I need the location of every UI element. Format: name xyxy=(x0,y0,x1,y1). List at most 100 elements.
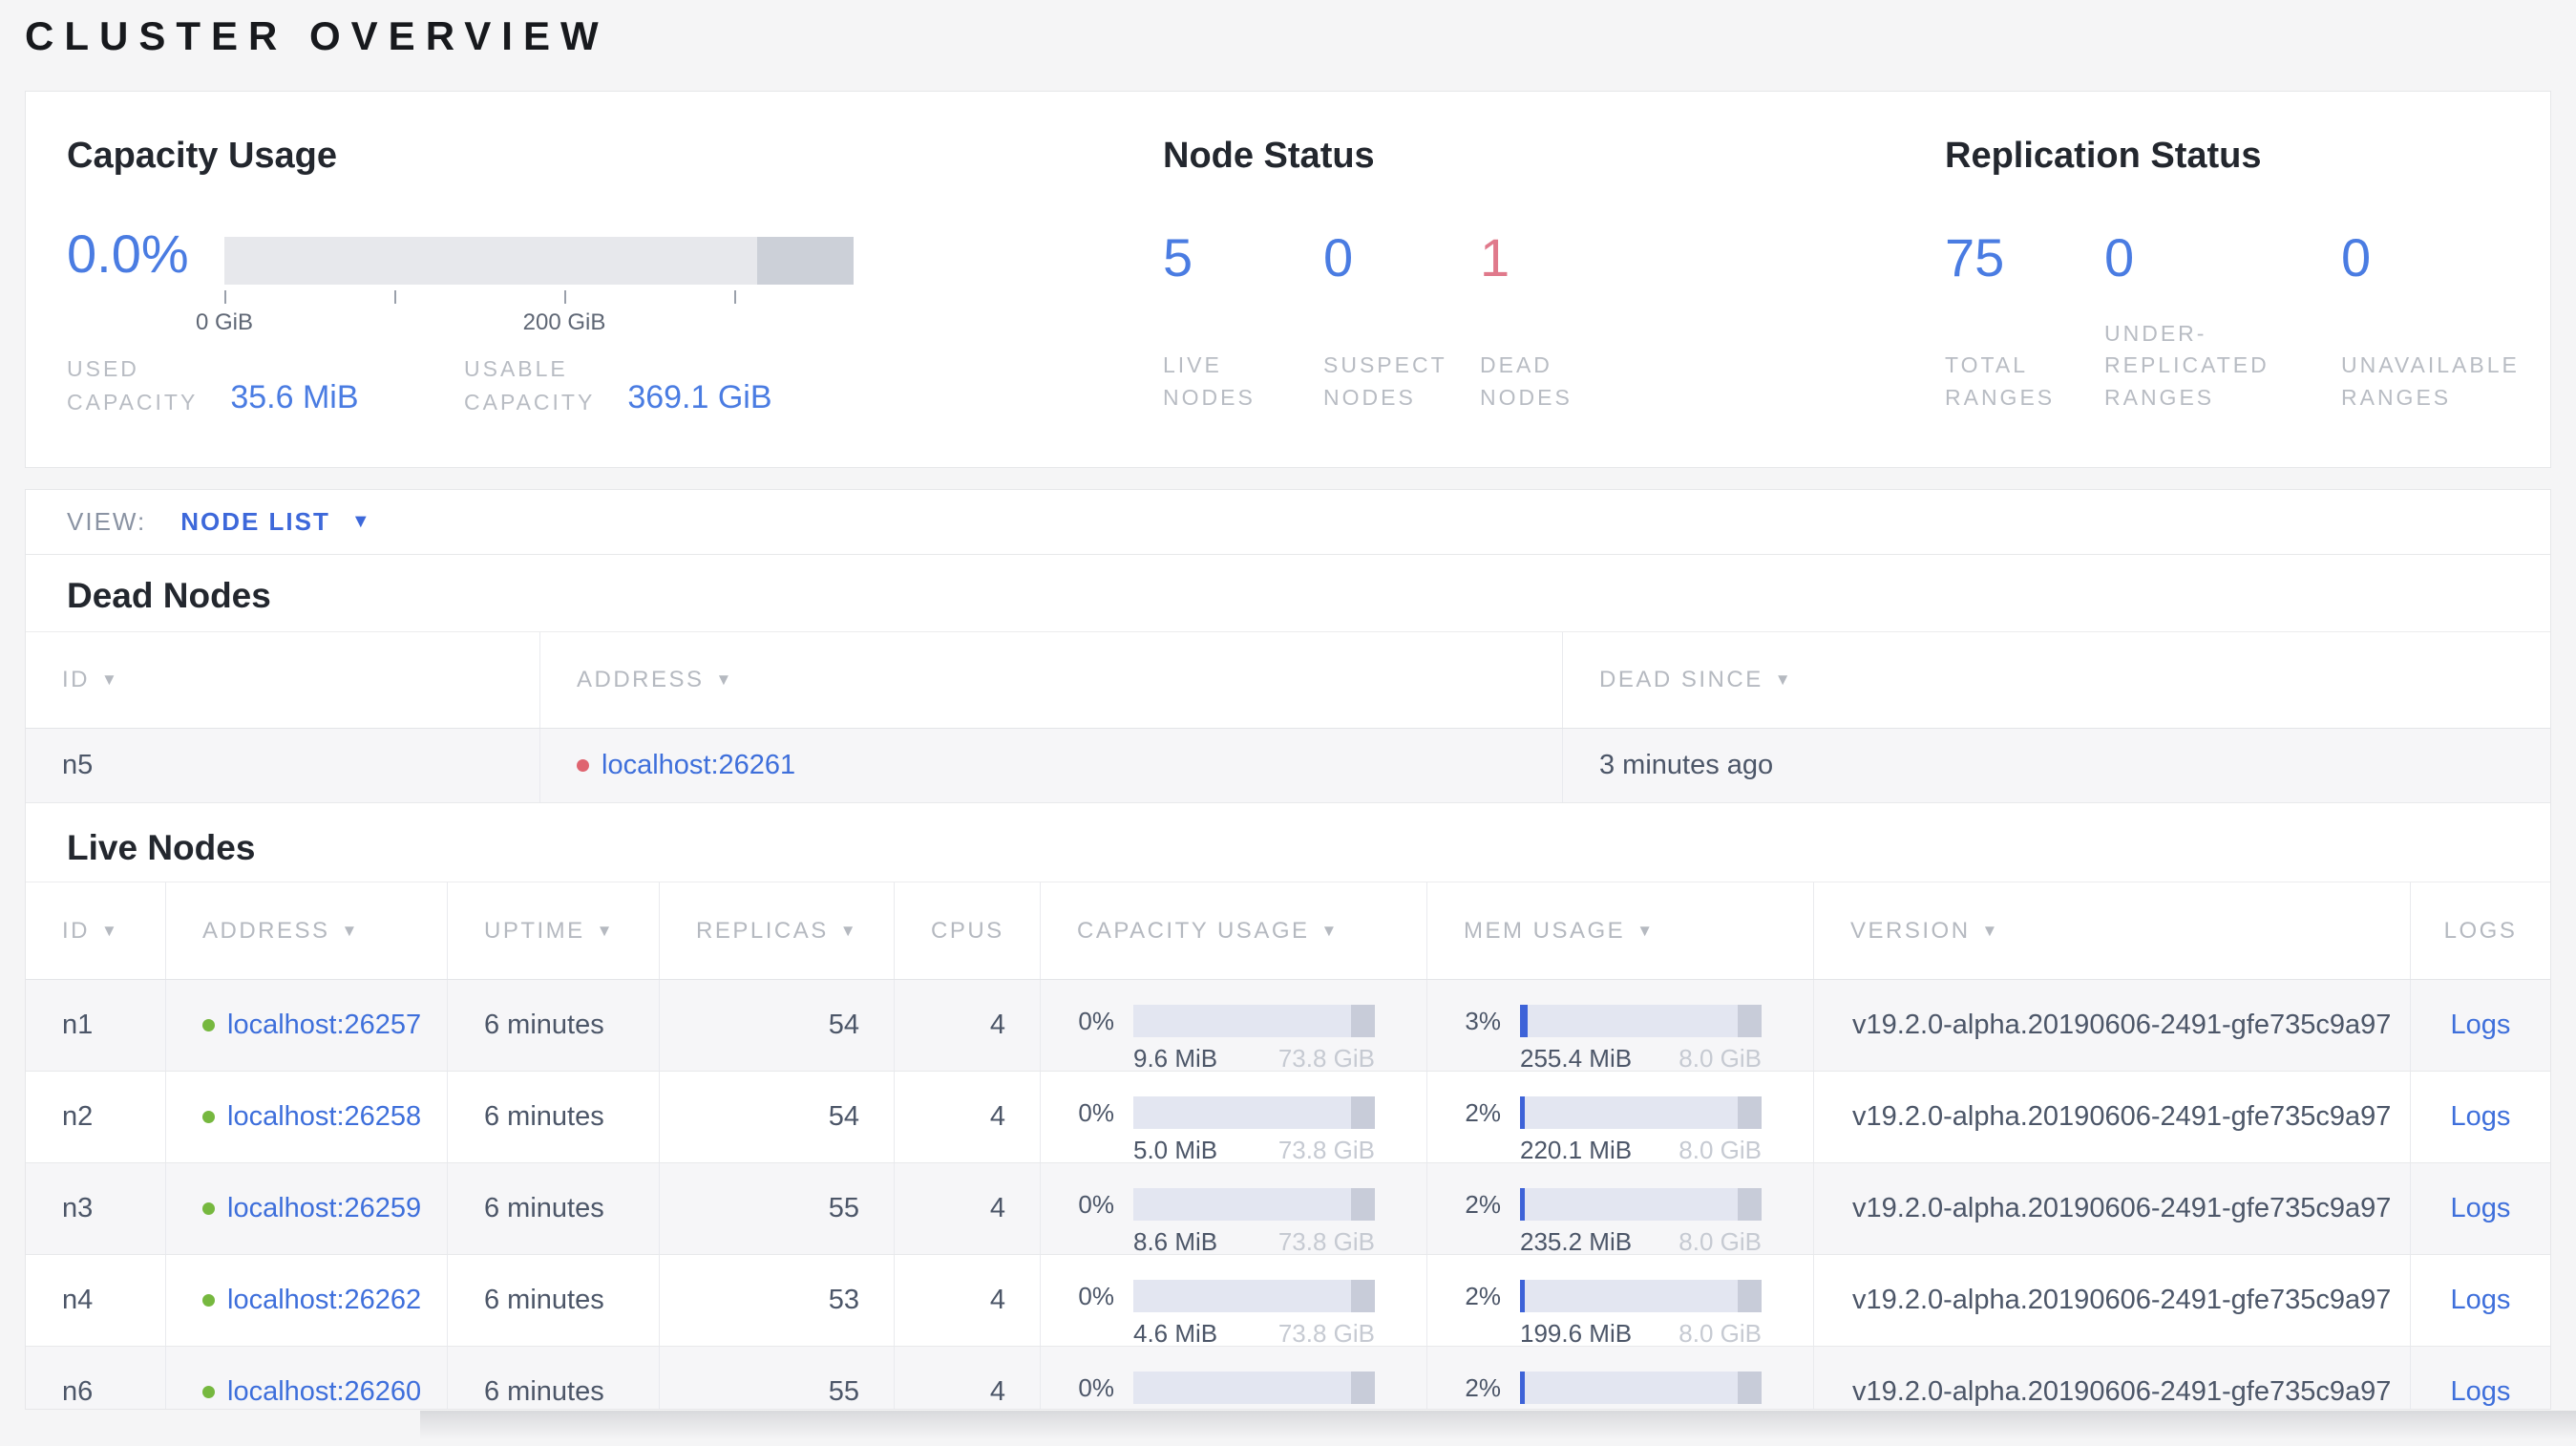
dead-nodes-stat: 1 DEAD NODES xyxy=(1480,231,1573,414)
capacity-usage-percent: 0.0% xyxy=(67,223,189,284)
live-node-logs-cell: Logs xyxy=(2410,1255,2550,1346)
capacity-total-value: 73.8 GiB xyxy=(1277,1319,1375,1346)
live-node-row: n4 localhost:26262 6 minutes 53 4 0% 4.6… xyxy=(26,1255,2550,1347)
view-dropdown[interactable]: NODE LIST ▼ xyxy=(180,507,370,537)
col-label: CPUS xyxy=(931,917,1004,944)
capacity-usage-bar xyxy=(1133,1372,1375,1404)
live-col-header-version[interactable]: VERSION ▼ xyxy=(1813,882,2410,979)
live-node-address-link[interactable]: localhost:26260 xyxy=(227,1376,421,1408)
live-col-header-address[interactable]: ADDRESS ▼ xyxy=(165,882,447,979)
live-node-row: n6 localhost:26260 6 minutes 55 4 0% 7.8… xyxy=(26,1347,2550,1409)
live-node-cpus: 4 xyxy=(894,1347,1040,1409)
live-node-address-cell: localhost:26260 xyxy=(165,1347,447,1409)
logs-link[interactable]: Logs xyxy=(2451,1010,2511,1041)
capacity-usage-percent: 0% xyxy=(1078,1281,1114,1310)
live-node-cpus: 4 xyxy=(894,1163,1040,1254)
sort-caret-icon: ▼ xyxy=(1774,670,1794,689)
capacity-bar-reserved xyxy=(1350,1188,1375,1221)
sort-caret-icon: ▼ xyxy=(715,670,734,689)
replication-status-section: Replication Status 75 TOTAL RANGES 0 UND… xyxy=(1945,136,2537,410)
live-col-header-cpus[interactable]: CPUS xyxy=(894,882,1040,979)
mem-usage-bar xyxy=(1520,1280,1762,1312)
mem-usage-bar xyxy=(1520,1096,1762,1129)
col-label: ADDRESS xyxy=(577,667,705,692)
col-label: DEAD SINCE xyxy=(1599,667,1763,692)
live-node-cpus: 4 xyxy=(894,1255,1040,1346)
col-label: LOGS xyxy=(2443,917,2518,944)
live-col-header-mem-usage[interactable]: MEM USAGE ▼ xyxy=(1426,882,1813,979)
mem-total-value: 8.0 GiB xyxy=(1679,1136,1762,1162)
logs-link[interactable]: Logs xyxy=(2451,1376,2511,1408)
live-nodes-rows: n1 localhost:26257 6 minutes 54 4 0% 9.6… xyxy=(26,980,2550,1409)
sort-caret-icon: ▼ xyxy=(839,921,859,940)
total-ranges-label: TOTAL RANGES xyxy=(1945,352,2056,410)
sort-caret-icon: ▼ xyxy=(1320,921,1340,940)
dead-nodes-table-header: ID ▼ ADDRESS ▼ DEAD SINCE ▼ xyxy=(26,631,2550,729)
suspect-nodes-label: SUSPECT NODES xyxy=(1323,352,1447,410)
live-nodes-label: LIVE NODES xyxy=(1163,352,1256,410)
dead-col-header-address[interactable]: ADDRESS ▼ xyxy=(539,632,1562,728)
usable-capacity-label: USABLE CAPACITY xyxy=(464,356,596,415)
capacity-usage-bar xyxy=(1133,1005,1375,1037)
capacity-usage-section: Capacity Usage 0.0% 0 GiB 200 GiB USED C… xyxy=(67,136,1117,415)
capacity-bar-reserved xyxy=(1350,1372,1375,1404)
mem-bar-reserved xyxy=(1737,1096,1762,1129)
col-label: ID xyxy=(62,917,90,944)
mem-bar-fill xyxy=(1520,1280,1526,1312)
mem-usage-percent: 3% xyxy=(1465,1006,1501,1035)
live-node-mem-usage-cell: 2% 199.6 MiB 8.0 GiB xyxy=(1426,1255,1813,1346)
live-node-capacity-usage-cell: 0% 7.8 MiB 73.8 GiB xyxy=(1040,1347,1426,1409)
capacity-used-value: 5.0 MiB xyxy=(1133,1136,1218,1162)
capacity-used-value: 4.6 MiB xyxy=(1133,1319,1218,1346)
dead-node-dead-since: 3 minutes ago xyxy=(1562,729,2550,802)
logs-link[interactable]: Logs xyxy=(2451,1193,2511,1224)
node-status-heading: Node Status xyxy=(1163,136,1375,176)
dead-node-row: n5 localhost:26261 3 minutes ago xyxy=(26,729,2550,803)
live-node-id: n3 xyxy=(62,1193,94,1223)
total-ranges-stat: 75 TOTAL RANGES xyxy=(1945,231,2104,414)
sort-caret-icon: ▼ xyxy=(1636,921,1656,940)
axis-label-200: 200 GiB xyxy=(522,309,606,335)
col-label: UPTIME xyxy=(484,917,585,944)
live-node-address-link[interactable]: localhost:26257 xyxy=(227,1010,421,1041)
usable-capacity-value: 369.1 GiB xyxy=(627,379,772,415)
mem-used-value: 199.6 MiB xyxy=(1520,1319,1633,1346)
live-col-header-replicas[interactable]: REPLICAS ▼ xyxy=(659,882,894,979)
capacity-usage-percent: 0% xyxy=(1078,1372,1114,1402)
col-label: ID xyxy=(62,667,90,692)
capacity-bar-reserved xyxy=(1350,1005,1375,1037)
live-col-header-capacity-usage[interactable]: CAPACITY USAGE ▼ xyxy=(1040,882,1426,979)
live-node-capacity-usage-cell: 0% 8.6 MiB 73.8 GiB xyxy=(1040,1163,1426,1254)
dead-node-address-link[interactable]: localhost:26261 xyxy=(602,750,795,781)
mem-bar-fill xyxy=(1520,1005,1528,1037)
live-node-logs-cell: Logs xyxy=(2410,980,2550,1071)
capacity-total-value: 73.8 GiB xyxy=(1277,1044,1375,1071)
logs-link[interactable]: Logs xyxy=(2451,1285,2511,1316)
live-node-address-link[interactable]: localhost:26258 xyxy=(227,1101,421,1133)
axis-tick xyxy=(734,290,736,304)
cluster-overview-card: Capacity Usage 0.0% 0 GiB 200 GiB USED C… xyxy=(25,91,2551,468)
col-label: MEM USAGE xyxy=(1464,917,1626,944)
live-node-mem-usage-cell: 2% 225.5 MiB 8.0 GiB xyxy=(1426,1347,1813,1409)
logs-link[interactable]: Logs xyxy=(2451,1101,2511,1133)
live-node-mem-usage-cell: 3% 255.4 MiB 8.0 GiB xyxy=(1426,980,1813,1071)
usable-capacity-stat: USABLE CAPACITY 369.1 GiB xyxy=(464,352,772,418)
live-node-version: v19.2.0-alpha.20190606-2491-gfe735c9a97 xyxy=(1813,1072,2410,1162)
capacity-usage-bar xyxy=(1133,1188,1375,1221)
live-col-header-id[interactable]: ID ▼ xyxy=(26,882,165,979)
capacity-total-value: 73.8 GiB xyxy=(1277,1136,1375,1162)
used-capacity-label: USED CAPACITY xyxy=(67,356,199,415)
sort-caret-icon: ▼ xyxy=(1981,921,2000,940)
live-node-replicas: 54 xyxy=(659,1072,894,1162)
live-node-address-cell: localhost:26262 xyxy=(165,1255,447,1346)
view-bar: VIEW: NODE LIST ▼ xyxy=(26,490,2550,555)
mem-bar-reserved xyxy=(1737,1005,1762,1037)
live-col-header-uptime[interactable]: UPTIME ▼ xyxy=(447,882,659,979)
live-node-address-link[interactable]: localhost:26262 xyxy=(227,1285,421,1316)
live-node-id: n2 xyxy=(62,1101,94,1132)
mem-usage-percent: 2% xyxy=(1465,1189,1501,1219)
dead-col-header-id[interactable]: ID ▼ xyxy=(26,632,539,728)
capacity-usage-bar xyxy=(1133,1096,1375,1129)
dead-col-header-dead-since[interactable]: DEAD SINCE ▼ xyxy=(1562,632,2550,728)
live-node-address-link[interactable]: localhost:26259 xyxy=(227,1193,421,1224)
